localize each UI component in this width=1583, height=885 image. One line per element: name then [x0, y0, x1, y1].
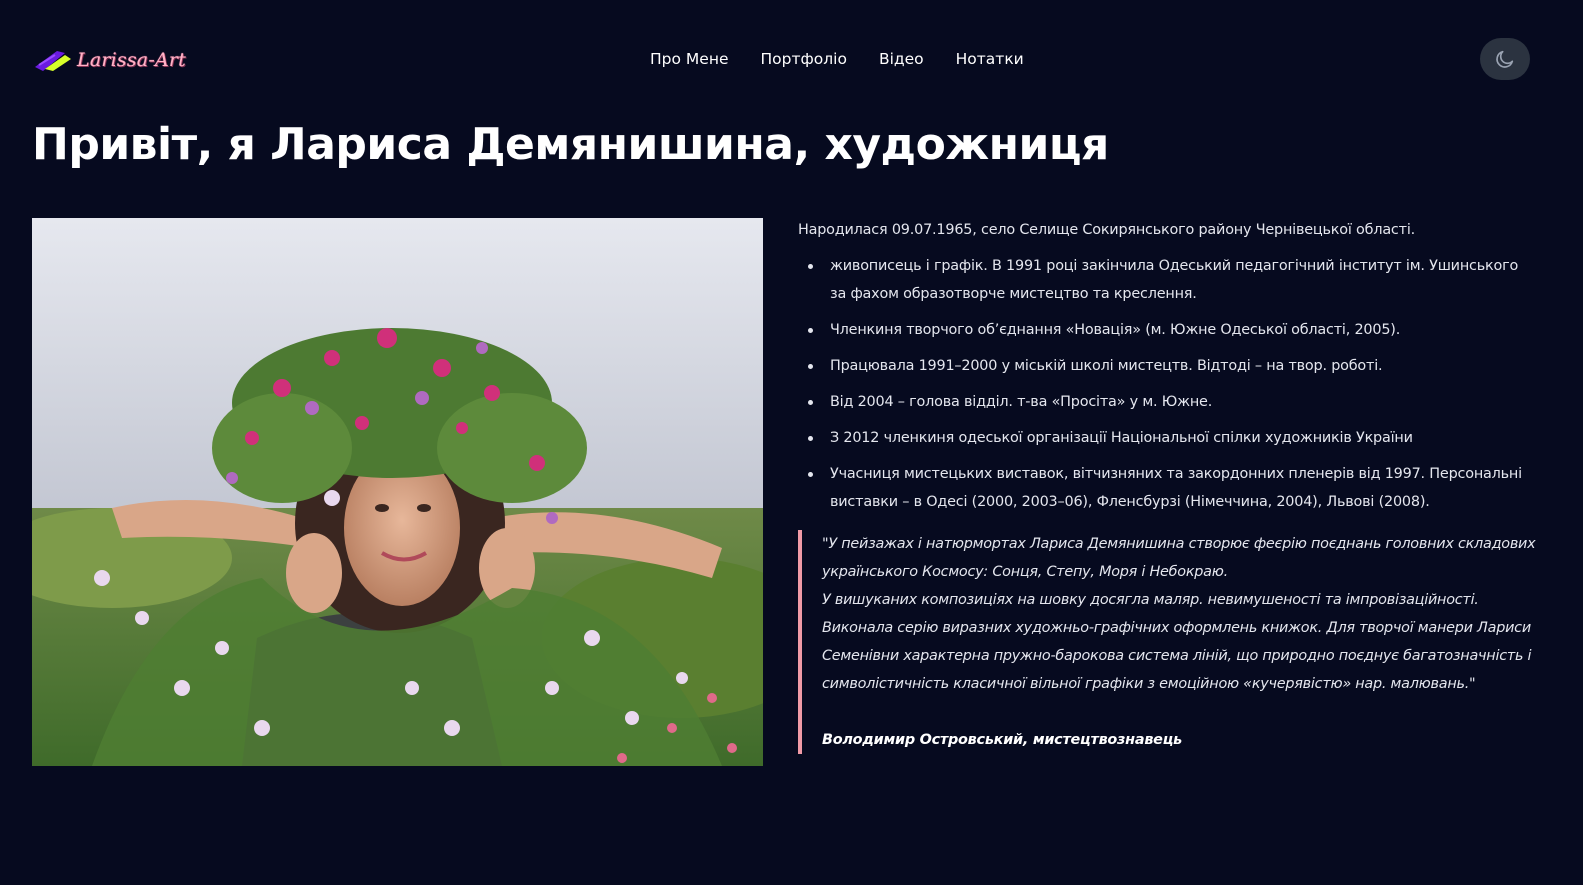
- list-item: Працювала 1991–2000 у міській школі мист…: [798, 352, 1538, 380]
- quote-line: "У пейзажах і натюрмортах Лариса Демяниш…: [822, 536, 1536, 580]
- page-title: Привіт, я Лариса Демянишина, художниця: [32, 119, 1109, 170]
- nav-video[interactable]: Відео: [879, 48, 924, 70]
- list-item: З 2012 членкиня одеської організації Нац…: [798, 424, 1538, 452]
- brush-stroke-icon: [35, 51, 71, 71]
- nav-notes[interactable]: Нотатки: [956, 48, 1024, 70]
- bio-facts-list: живописець і графік. В 1991 році закінчи…: [798, 252, 1538, 516]
- quote-line: Виконала серію виразних художньо-графічн…: [822, 620, 1532, 692]
- quote-line: У вишуканих композиціях на шовку досягла…: [822, 592, 1479, 608]
- list-item: Учасниця мистецьких виставок, вітчизняни…: [798, 460, 1538, 516]
- portrait-photo: [32, 218, 763, 766]
- theme-toggle-button[interactable]: [1480, 38, 1530, 80]
- nav-about[interactable]: Про Мене: [650, 48, 728, 70]
- moon-icon: [1496, 50, 1514, 68]
- critic-quote: "У пейзажах і натюрмортах Лариса Демяниш…: [798, 530, 1538, 754]
- birth-info: Народилася 09.07.1965, село Селище Сокир…: [798, 222, 1416, 238]
- logo-text: Larissa-Art: [77, 49, 186, 71]
- site-header: Larissa-Art Про Мене Портфоліо Відео Нот…: [0, 0, 1583, 120]
- list-item: живописець і графік. В 1991 році закінчи…: [798, 252, 1538, 308]
- list-item: Членкиня творчого об’єднання «Новація» (…: [798, 316, 1538, 344]
- main-nav: Про Мене Портфоліо Відео Нотатки: [650, 48, 1024, 70]
- nav-portfolio[interactable]: Портфоліо: [760, 48, 846, 70]
- list-item: Від 2004 – голова відділ. т-ва «Просіта»…: [798, 388, 1538, 416]
- site-logo[interactable]: Larissa-Art: [33, 46, 186, 74]
- quote-author: Володимир Островський, мистецтвознавець: [822, 732, 1182, 748]
- bio-section: Народилася 09.07.1965, село Селище Сокир…: [798, 216, 1538, 754]
